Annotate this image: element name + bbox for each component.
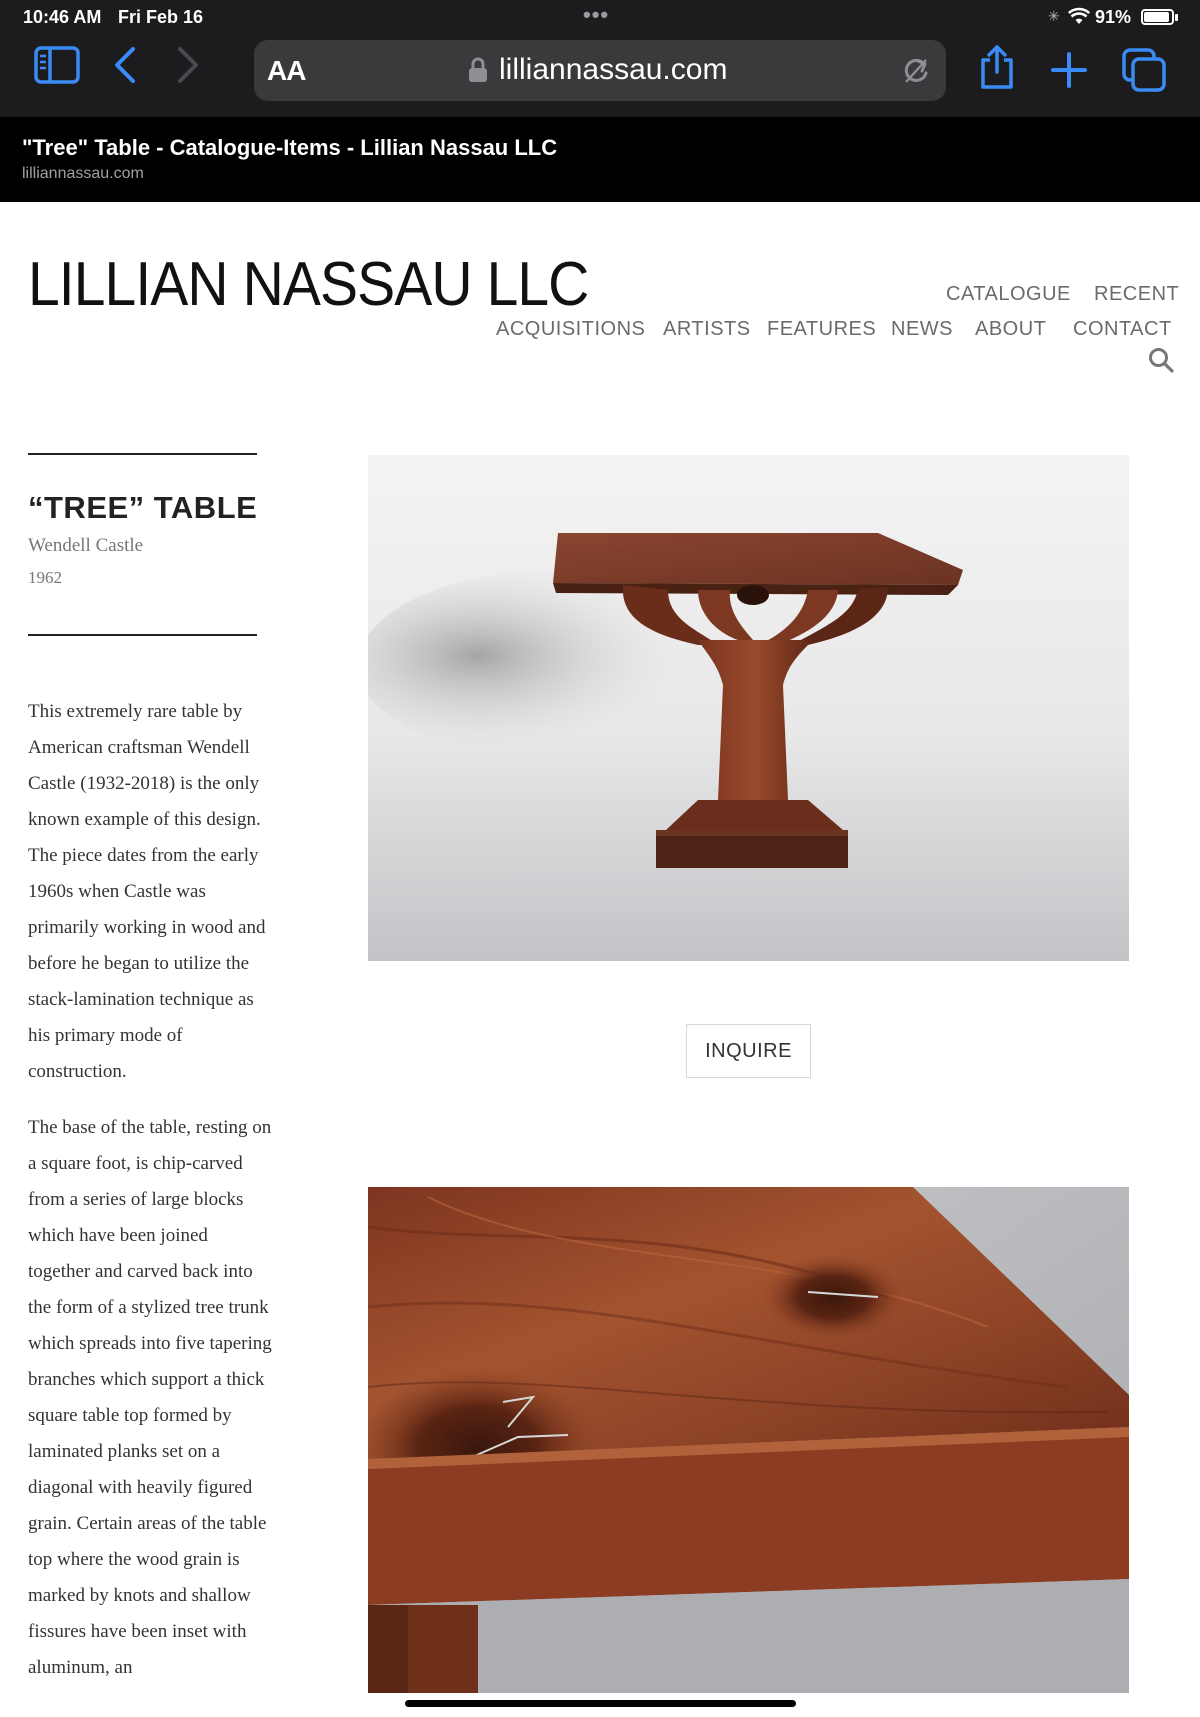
item-year: 1962 [28,568,62,587]
activity-spinner-icon: ✳ [1048,8,1060,24]
nav-features[interactable]: FEATURES [767,318,876,341]
search-icon[interactable] [1148,347,1174,378]
item-title: “TREE” TABLE [28,490,258,525]
nav-news[interactable]: NEWS [891,318,953,341]
reader-aa-button[interactable]: AA [267,55,306,87]
nav-catalogue[interactable]: CATALOGUE [946,283,1071,306]
nav-about[interactable]: ABOUT [975,318,1046,341]
site-logo[interactable]: LILLIAN NASSAU LLC [28,254,589,316]
tab-title: "Tree" Table - Catalogue-Items - Lillian… [22,135,558,160]
multitasking-dots-icon[interactable]: ••• [583,2,609,28]
wifi-icon [1067,7,1091,30]
new-tab-plus-icon[interactable] [1051,52,1087,88]
description-paragraph-1: This extremely rare table by American cr… [28,701,266,1082]
status-bar: 10:46 AM Fri Feb 16 ••• ✳ 91% [0,0,1200,34]
nav-recent[interactable]: RECENT [1094,283,1179,306]
divider-top [28,453,257,455]
battery-level-fill [1144,12,1169,22]
share-icon[interactable] [978,44,1016,90]
status-time: 10:46 AM [23,7,102,27]
url-host: lilliannassau.com [499,53,728,86]
back-icon[interactable] [112,46,138,84]
sidebar-toggle-icon[interactable] [34,46,80,84]
address-bar[interactable]: AA lilliannassau.com [254,40,946,101]
battery-percent: 91% [1095,7,1132,27]
nav-acquisitions[interactable]: ACQUISITIONS [496,318,645,341]
tab-bar[interactable]: "Tree" Table - Catalogue-Items - Lillian… [0,117,1200,202]
browser-chrome: 10:46 AM Fri Feb 16 ••• ✳ 91% AA lillian… [0,0,1200,117]
reload-icon[interactable] [902,56,930,91]
item-artist[interactable]: Wendell Castle [28,535,143,557]
tab-host: lilliannassau.com [22,165,144,182]
nav-contact[interactable]: CONTACT [1073,318,1172,341]
status-date: Fri Feb 16 [118,7,204,27]
home-indicator[interactable] [405,1700,796,1707]
product-photo-full-view[interactable] [368,455,1129,961]
divider-bottom [28,634,257,636]
battery-icon [1141,9,1178,25]
lock-icon [468,57,488,88]
forward-icon[interactable] [175,46,201,84]
nav-artists[interactable]: ARTISTS [663,318,751,341]
product-photo-detail-view[interactable] [368,1187,1129,1693]
description-paragraph-2: The base of the table, resting on a squa… [28,1117,272,1678]
tabs-overview-icon[interactable] [1122,48,1166,92]
inquire-button[interactable]: INQUIRE [686,1024,811,1078]
